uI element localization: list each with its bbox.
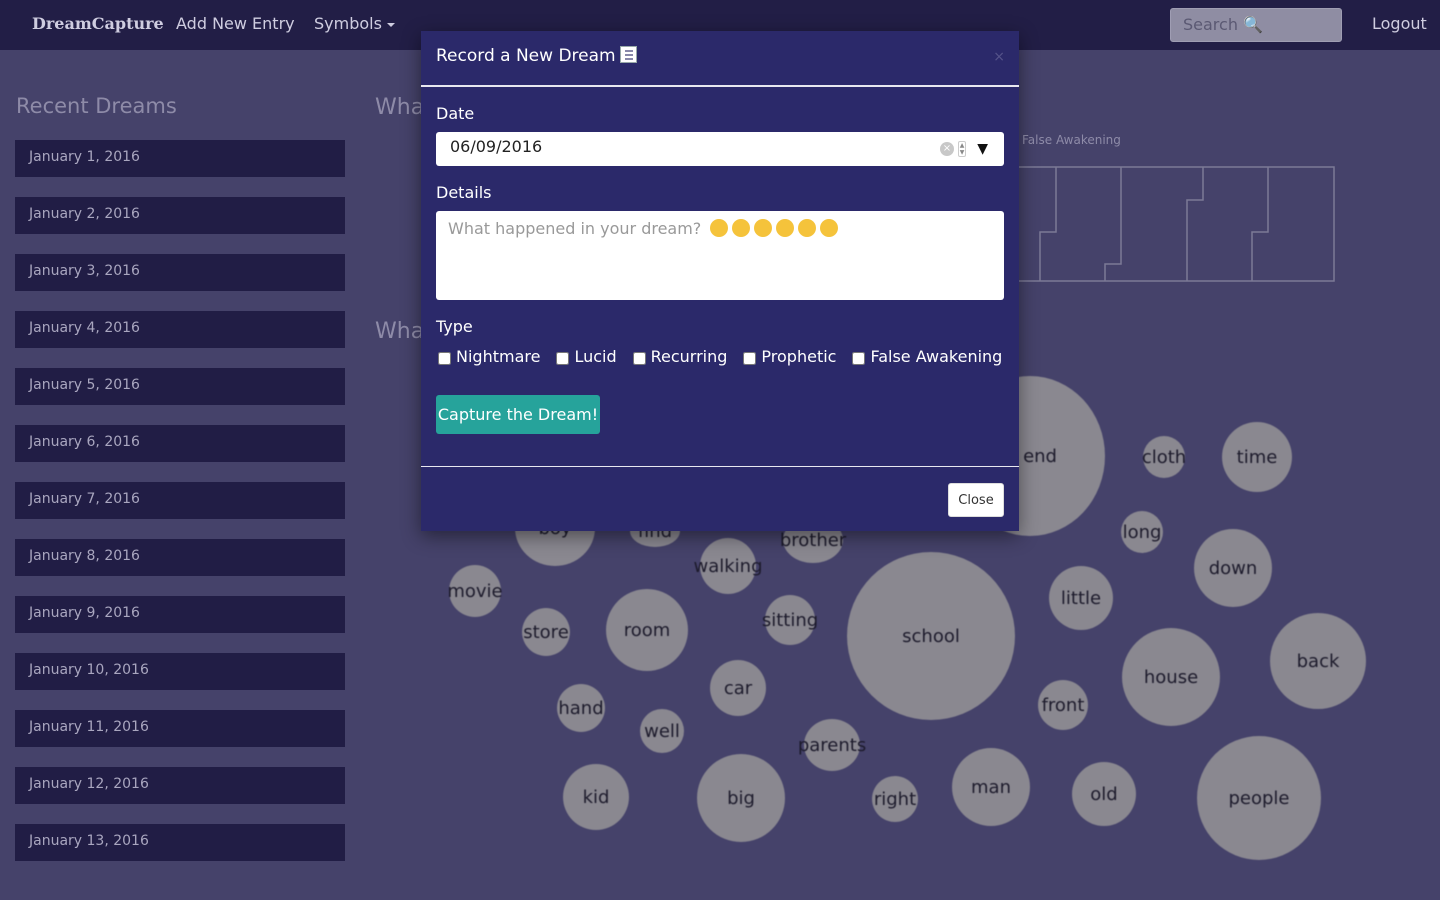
dropdown-arrow-icon[interactable]: ▼ — [977, 141, 988, 157]
word-bubble[interactable]: old — [1072, 762, 1136, 826]
dream-item[interactable]: January 1, 2016 — [15, 140, 345, 177]
modal-header: Record a New Dream × — [421, 31, 1019, 87]
word-bubble[interactable]: house — [1122, 628, 1220, 726]
recent-dreams-title: Recent Dreams — [16, 94, 177, 118]
dream-item[interactable]: January 10, 2016 — [15, 653, 345, 690]
checkbox-label: Recurring — [650, 347, 728, 366]
section-heading-partial: Wha — [375, 95, 425, 120]
spinner-icon[interactable]: ▲ ▼ — [958, 141, 966, 157]
modal-footer-divider — [421, 466, 1019, 467]
search-icon: 🔍 — [1243, 15, 1263, 34]
date-input[interactable]: 06/09/2016 × ▲ ▼ ▼ — [436, 132, 1004, 166]
word-bubble[interactable]: car — [710, 660, 766, 716]
details-placeholder: What happened in your dream? — [448, 219, 702, 238]
word-bubble[interactable]: school — [847, 552, 1015, 720]
lucid-checkbox[interactable] — [556, 351, 570, 365]
word-bubble[interactable]: right — [872, 776, 918, 822]
checkbox-label: False Awakening — [870, 347, 1003, 366]
type-recurring[interactable]: Recurring — [631, 347, 728, 366]
search-input[interactable]: Search 🔍 — [1170, 8, 1342, 42]
brand-logo[interactable]: DreamCapture — [32, 14, 164, 33]
chart-line — [1039, 167, 1057, 281]
caret-down-icon — [386, 22, 395, 27]
clear-icon[interactable]: × — [940, 142, 954, 156]
type-checkboxes: Nightmare Lucid Recurring Prophetic Fals… — [436, 347, 1016, 366]
dream-item[interactable]: January 13, 2016 — [15, 824, 345, 861]
dream-item[interactable]: January 9, 2016 — [15, 596, 345, 633]
type-prophetic[interactable]: Prophetic — [741, 347, 836, 366]
close-button[interactable]: Close — [948, 483, 1004, 517]
checkbox-label: Prophetic — [761, 347, 837, 366]
dream-item[interactable]: January 2, 2016 — [15, 197, 345, 234]
dream-type-chart — [1018, 166, 1335, 282]
chart-line — [1186, 167, 1204, 281]
word-bubble[interactable]: well — [640, 709, 684, 753]
recent-dreams-list: January 1, 2016 January 2, 2016 January … — [15, 140, 345, 881]
dream-item[interactable]: January 7, 2016 — [15, 482, 345, 519]
word-bubble[interactable]: little — [1049, 566, 1113, 630]
word-bubble[interactable]: cloth — [1142, 436, 1186, 478]
section-heading-partial: Wha — [375, 319, 425, 344]
memo-icon — [619, 46, 637, 63]
surprised-emoji-icon — [710, 219, 729, 237]
date-label: Date — [436, 104, 475, 123]
tears-of-joy-emoji-icon — [776, 219, 795, 237]
nav-symbols-dropdown[interactable]: Symbols — [314, 14, 395, 33]
dream-item[interactable]: January 6, 2016 — [15, 425, 345, 462]
word-bubble[interactable]: kid — [563, 764, 629, 830]
recurring-checkbox[interactable] — [632, 351, 646, 365]
word-bubble[interactable]: down — [1194, 529, 1272, 607]
details-textarea[interactable]: What happened in your dream? — [436, 211, 1004, 300]
dream-item[interactable]: January 4, 2016 — [15, 311, 345, 348]
word-bubble[interactable]: man — [952, 748, 1030, 826]
record-dream-modal: Record a New Dream × Date 06/09/2016 × ▲… — [421, 31, 1019, 531]
word-bubble[interactable]: movie — [447, 565, 503, 617]
nav-add-new-entry[interactable]: Add New Entry — [176, 14, 295, 33]
date-value: 06/09/2016 — [450, 137, 543, 156]
sweat-smile-emoji-icon — [798, 219, 817, 237]
word-bubble[interactable]: room — [606, 589, 688, 671]
type-nightmare[interactable]: Nightmare — [436, 347, 540, 366]
false-awakening-checkbox[interactable] — [852, 351, 866, 365]
chart-line — [1104, 167, 1122, 281]
checkbox-label: Nightmare — [456, 347, 541, 366]
word-bubble[interactable]: sitting — [762, 595, 818, 645]
type-label: Type — [436, 317, 473, 336]
chart-line — [1251, 167, 1269, 281]
close-icon[interactable]: × — [993, 49, 1005, 65]
modal-title: Record a New Dream — [436, 46, 616, 66]
details-label: Details — [436, 183, 492, 202]
word-bubble[interactable]: time — [1222, 422, 1292, 492]
dream-item[interactable]: January 11, 2016 — [15, 710, 345, 747]
checkbox-label: Lucid — [574, 347, 617, 366]
chart-frame — [1018, 166, 1335, 282]
fearful-emoji-icon — [754, 219, 773, 237]
prophetic-checkbox[interactable] — [743, 351, 757, 365]
word-bubble[interactable]: front — [1038, 680, 1088, 730]
type-false-awakening[interactable]: False Awakening — [850, 347, 1002, 366]
word-bubble[interactable]: people — [1197, 736, 1321, 860]
chart-legend-label: False Awakening — [1022, 133, 1121, 147]
nightmare-checkbox[interactable] — [438, 351, 451, 365]
dream-item[interactable]: January 3, 2016 — [15, 254, 345, 291]
word-bubble[interactable]: walking — [694, 538, 763, 594]
logout-link[interactable]: Logout — [1372, 14, 1427, 33]
dream-item[interactable]: January 8, 2016 — [15, 539, 345, 576]
word-bubble[interactable]: long — [1121, 511, 1163, 553]
word-bubble[interactable]: hand — [557, 684, 605, 732]
word-bubble[interactable]: parents — [798, 719, 866, 771]
capture-dream-button[interactable]: Capture the Dream! — [436, 395, 600, 434]
search-placeholder: Search — [1183, 15, 1238, 34]
type-lucid[interactable]: Lucid — [554, 347, 617, 366]
heart-eyes-emoji-icon — [820, 219, 839, 237]
dream-item[interactable]: January 5, 2016 — [15, 368, 345, 405]
nav-symbols-label: Symbols — [314, 14, 382, 33]
word-bubble[interactable]: back — [1270, 613, 1366, 709]
word-bubble[interactable]: store — [522, 608, 570, 656]
word-bubble[interactable]: big — [697, 754, 785, 842]
scream-emoji-icon — [732, 219, 751, 237]
dream-item[interactable]: January 12, 2016 — [15, 767, 345, 804]
